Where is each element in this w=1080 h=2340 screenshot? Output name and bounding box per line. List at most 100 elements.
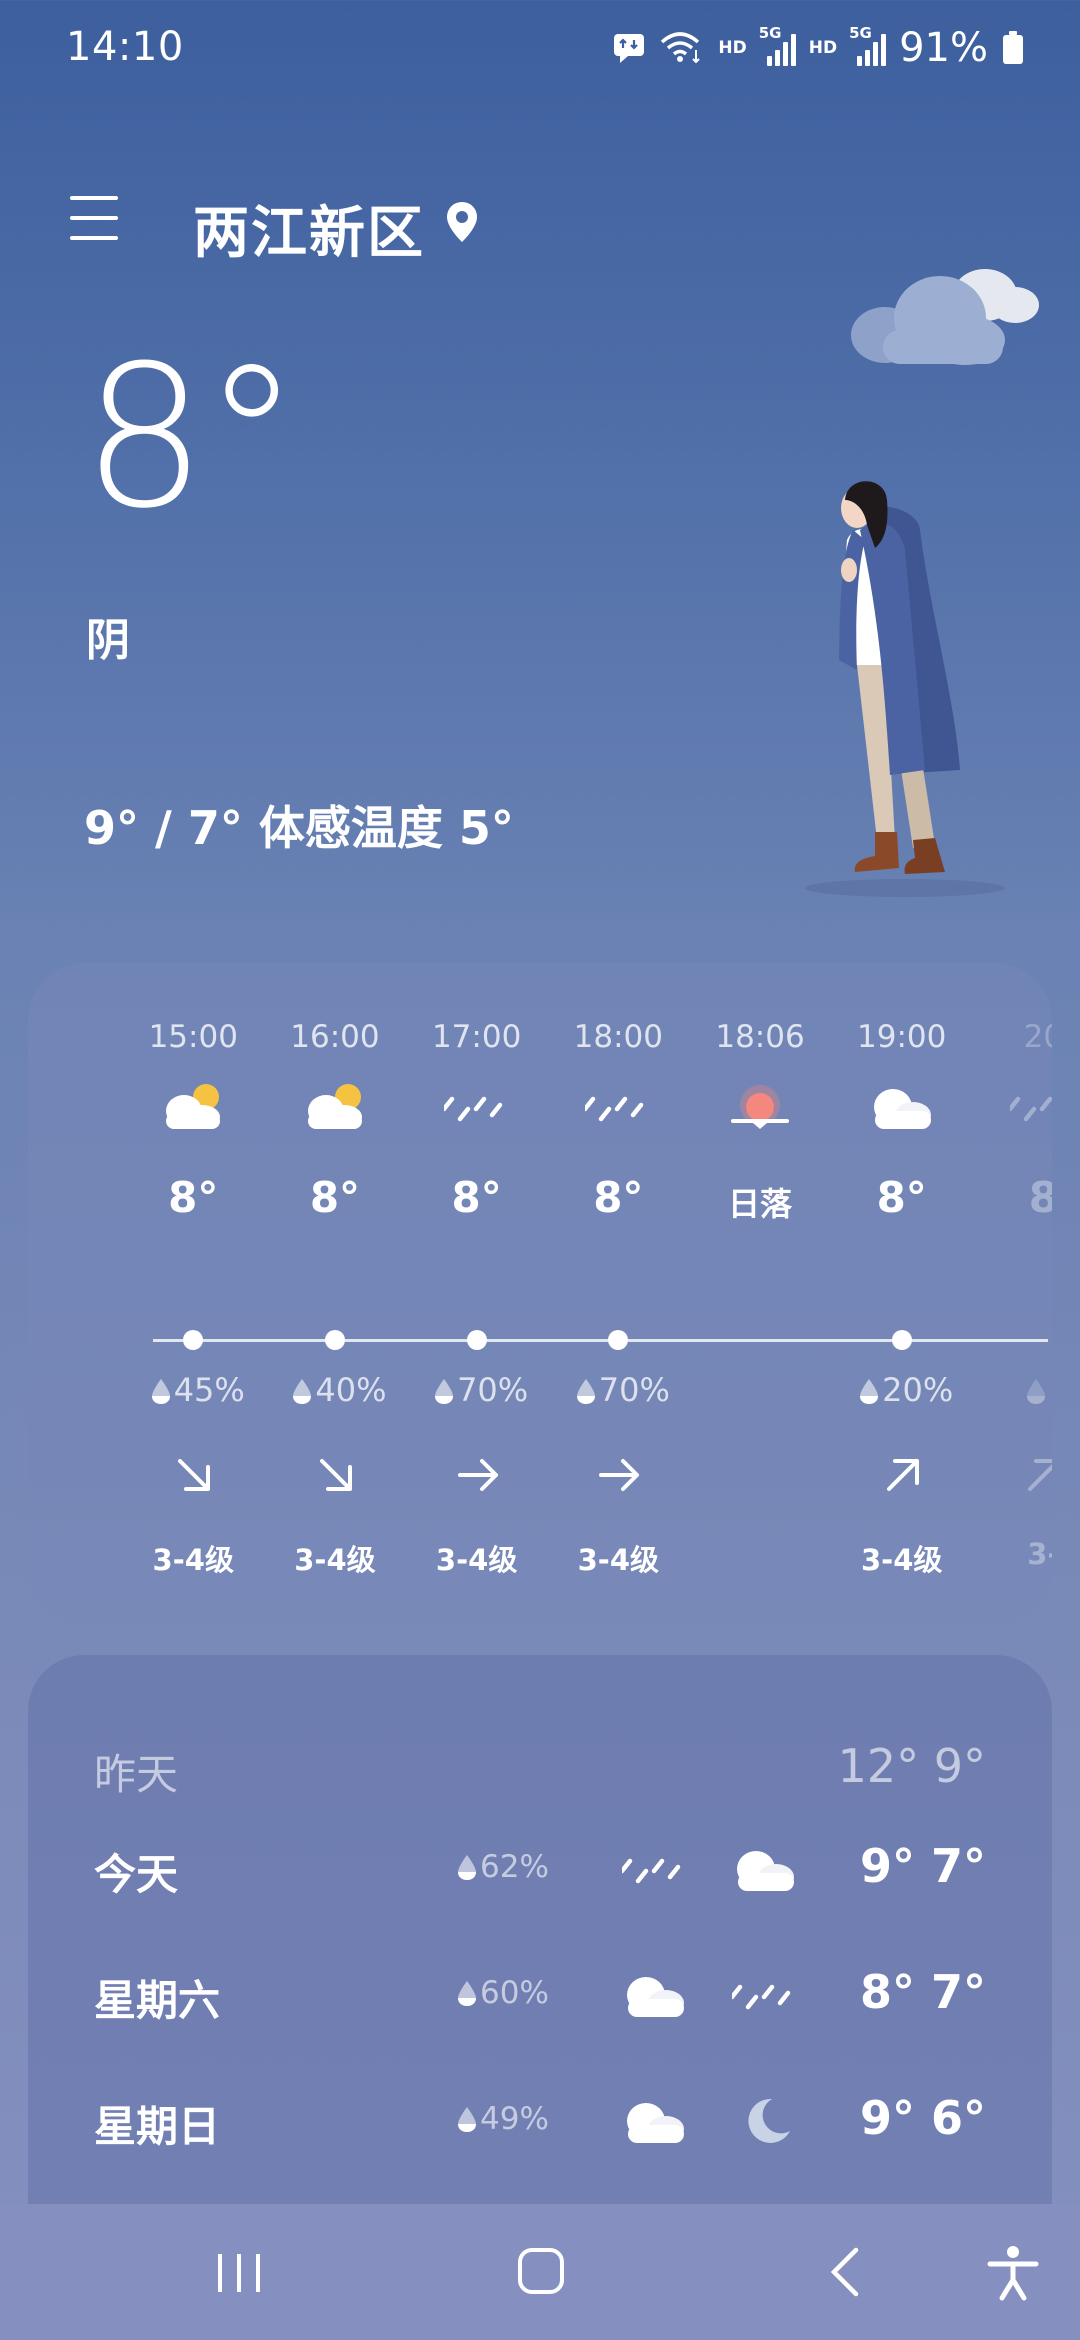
drizzle-icon bbox=[443, 1096, 502, 1122]
menu-line bbox=[70, 196, 118, 200]
hour-rain-value: 40% bbox=[315, 1371, 387, 1409]
current-temperature: 8° bbox=[82, 324, 301, 552]
drizzle-icon bbox=[585, 1096, 644, 1122]
temp-range-feels-like: 9° / 7° 体感温度 5° bbox=[84, 801, 514, 855]
hour-rain-chance: 70% bbox=[406, 1371, 556, 1409]
hour-time: 16:00 bbox=[290, 1019, 380, 1055]
day-rain-value: 62% bbox=[480, 1849, 549, 1885]
hour-rain-value: 7 bbox=[1049, 1371, 1052, 1409]
cloud-illustration bbox=[851, 269, 1039, 365]
home-icon[interactable] bbox=[506, 2242, 576, 2302]
menu-line bbox=[70, 216, 118, 220]
status-time: 14:10 bbox=[66, 24, 184, 70]
cloudy-icon bbox=[737, 1851, 794, 1891]
east-arrow-icon bbox=[457, 1459, 498, 1491]
status-bar: 14:10 HD 5G HD 5G 91% bbox=[0, 0, 1080, 96]
day-temperatures: 9° 6° bbox=[859, 2091, 986, 2145]
raindrop-icon bbox=[458, 1981, 476, 2006]
hour-temperature: 8° bbox=[876, 1173, 927, 1222]
daily-row[interactable]: 星期六 60% 8° 7° bbox=[28, 1953, 1052, 2043]
cloudy-icon bbox=[627, 2103, 684, 2143]
hour-time: 20 bbox=[1023, 1019, 1052, 1055]
signal-2-icon: 5G bbox=[849, 24, 887, 68]
day-temperatures: 12° 9° bbox=[837, 1739, 986, 1793]
hour-wind-level: 3-4级 bbox=[152, 1543, 234, 1577]
day-rain-chance: 62% bbox=[456, 1849, 549, 1885]
raindrop-icon bbox=[458, 2107, 476, 2132]
drizzle-icon bbox=[622, 1858, 681, 1884]
southeast-arrow-icon bbox=[178, 1459, 211, 1491]
raindrop-icon bbox=[151, 1379, 170, 1404]
southeast-arrow-icon bbox=[319, 1459, 352, 1491]
menu-button[interactable] bbox=[70, 196, 122, 242]
partly-sunny-icon bbox=[307, 1084, 362, 1129]
hour-rain-chance: 7 bbox=[972, 1371, 1052, 1409]
hour-temperature: 日落 bbox=[728, 1185, 793, 1223]
wifi-icon bbox=[661, 32, 701, 64]
cloudy-icon bbox=[627, 1977, 684, 2017]
recent-apps-icon[interactable] bbox=[204, 2242, 274, 2302]
hourly-forecast-card[interactable]: 15:00 8° 45% 3-4级 16:00 8° 40% 3-4级 17:00 8° 70% 3-… bbox=[28, 963, 1052, 1625]
daily-row[interactable]: 今天 62% 9° 7° bbox=[28, 1827, 1052, 1917]
day-rain-value: 49% bbox=[480, 2101, 549, 2137]
northeast-arrow-icon bbox=[1028, 1459, 1052, 1491]
daily-row[interactable]: 星期日 49% 9° 6° bbox=[28, 2079, 1052, 2169]
hour-temperature: 8° bbox=[309, 1173, 361, 1222]
hour-rain-chance: 70% bbox=[547, 1371, 697, 1409]
day-name: 星期六 bbox=[94, 1976, 221, 2025]
northeast-arrow-icon bbox=[886, 1459, 919, 1491]
timeline-dot bbox=[608, 1330, 629, 1350]
timeline-dot bbox=[183, 1330, 204, 1350]
battery-percent: 91% bbox=[899, 25, 988, 71]
day-rain-value: 60% bbox=[480, 1975, 549, 2011]
hour-wind-level: 3-4级 bbox=[435, 1543, 518, 1577]
current-condition: 阴 bbox=[86, 615, 130, 666]
person-illustration bbox=[805, 481, 1005, 897]
hour-rain-chance: 20% bbox=[831, 1371, 981, 1409]
hourly-timeline bbox=[153, 1339, 1048, 1342]
day-name: 星期日 bbox=[94, 2102, 221, 2151]
hour-rain-chance: 40% bbox=[264, 1371, 414, 1409]
day-name: 昨天 bbox=[94, 1750, 179, 1799]
status-icons: HD 5G HD 5G 91% bbox=[612, 22, 1024, 74]
cloudy-icon bbox=[873, 1089, 931, 1129]
drizzle-icon bbox=[1010, 1096, 1052, 1122]
hour-time: 18:00 bbox=[573, 1019, 663, 1055]
navigation-bar bbox=[0, 2204, 1080, 2340]
raindrop-icon bbox=[458, 1855, 476, 1880]
timeline-dot bbox=[891, 1330, 912, 1350]
back-icon[interactable] bbox=[810, 2242, 880, 2302]
hour-time: 19:00 bbox=[857, 1019, 947, 1055]
accessibility-icon[interactable] bbox=[978, 2242, 1048, 2302]
menu-line bbox=[70, 236, 118, 240]
east-arrow-icon bbox=[599, 1459, 640, 1491]
raindrop-icon bbox=[576, 1379, 595, 1404]
day-rain-chance: 60% bbox=[456, 1975, 549, 2011]
hour-wind-level: 3- bbox=[1027, 1537, 1052, 1571]
hour-temperature: 8° bbox=[168, 1173, 219, 1222]
hour-temperature: 8 bbox=[1028, 1173, 1052, 1222]
hour-wind-level: 3-4级 bbox=[577, 1543, 660, 1577]
day-temperatures: 9° 7° bbox=[859, 1839, 986, 1893]
timeline-dot bbox=[324, 1330, 345, 1350]
raindrop-icon bbox=[293, 1379, 312, 1404]
hour-time: 18:06 bbox=[715, 1019, 805, 1055]
raindrop-icon bbox=[1027, 1379, 1046, 1404]
hd-badge: HD bbox=[718, 38, 747, 58]
signal-1-icon: 5G bbox=[759, 24, 796, 68]
hour-temperature: 8° bbox=[451, 1173, 502, 1222]
hour-rain-value: 70% bbox=[598, 1371, 670, 1409]
battery-icon bbox=[1003, 31, 1023, 64]
daily-row[interactable]: 昨天 12° 9° bbox=[28, 1727, 1052, 1817]
hd-badge: HD bbox=[808, 38, 838, 58]
day-rain-chance: 49% bbox=[456, 2101, 549, 2137]
hour-rain-chance: 45% bbox=[122, 1371, 272, 1409]
location-title[interactable]: 两江新区 bbox=[193, 188, 425, 269]
message-icon bbox=[614, 34, 645, 63]
sunset-icon bbox=[731, 1085, 790, 1129]
hour-rain-value: 70% bbox=[457, 1371, 529, 1409]
hour-rain-value: 20% bbox=[882, 1371, 954, 1409]
drizzle-icon bbox=[732, 1984, 791, 2010]
moon-icon bbox=[748, 2098, 790, 2143]
location-pin-icon[interactable] bbox=[444, 200, 480, 244]
